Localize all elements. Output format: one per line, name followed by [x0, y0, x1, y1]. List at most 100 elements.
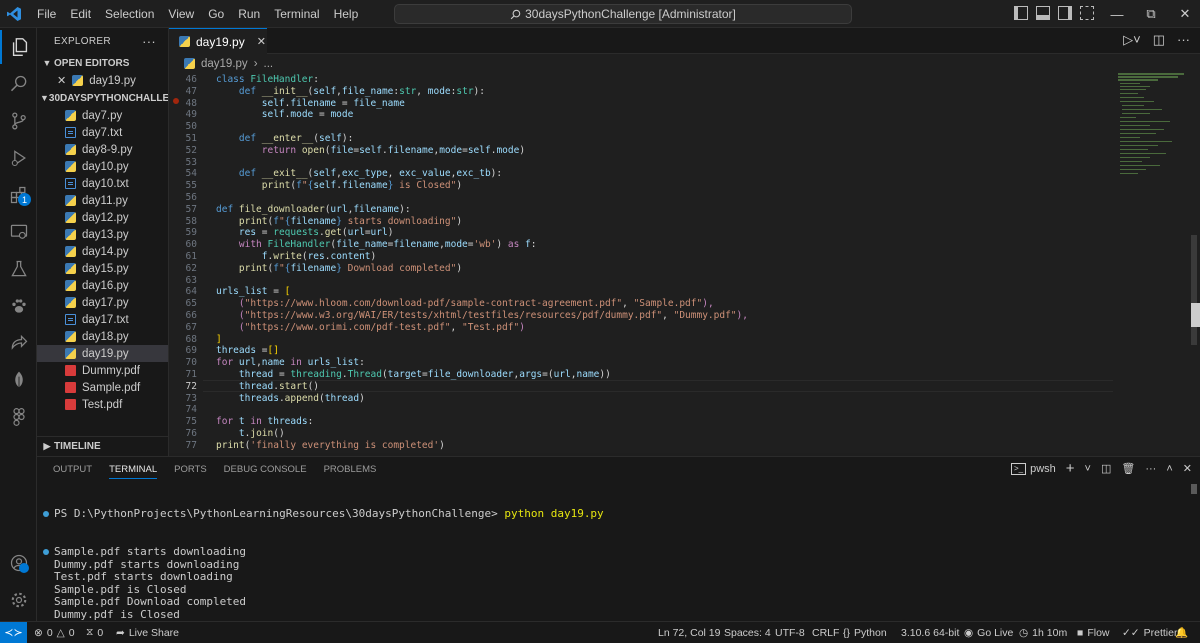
close-tab-icon[interactable]: ✕	[257, 35, 266, 48]
chevron-down-icon[interactable]: ˅	[1085, 463, 1091, 475]
indentation[interactable]: Spaces: 4	[724, 622, 771, 643]
file-item[interactable]: Test.pdf	[37, 396, 168, 413]
search-icon[interactable]	[0, 67, 37, 101]
cursor-position[interactable]: Ln 72, Col 19	[658, 622, 720, 643]
tab-output[interactable]: OUTPUT	[53, 464, 92, 475]
file-item[interactable]: day12.py	[37, 209, 168, 226]
code-editor[interactable]: 46 class FileHandler: 47 def __init__(self…	[169, 73, 1200, 453]
go-live-button[interactable]: ◉ Go Live	[964, 622, 1013, 643]
terminal-scrollbar[interactable]	[1191, 484, 1197, 494]
menu-selection[interactable]: Selection	[98, 0, 161, 28]
ports-indicator[interactable]: ⧖ 0	[86, 622, 103, 643]
toggle-panel-icon[interactable]	[1036, 6, 1050, 20]
file-item[interactable]: Dummy.pdf	[37, 362, 168, 379]
timeline-section[interactable]: ▶ TIMELINE	[37, 436, 168, 456]
menu-run[interactable]: Run	[231, 0, 267, 28]
prettier-button[interactable]: ✓✓ Prettier	[1122, 622, 1177, 643]
menu-go[interactable]: Go	[201, 0, 231, 28]
file-item[interactable]: day13.py	[37, 226, 168, 243]
file-item[interactable]: day17.txt	[37, 311, 168, 328]
file-item[interactable]: day11.py	[37, 192, 168, 209]
problems-indicator[interactable]: ⊗ 0 △ 0	[34, 622, 75, 643]
minimap[interactable]	[1116, 73, 1188, 453]
project-folder-section[interactable]: ▼ 30DAYSPYTHONCHALLENGE	[37, 89, 168, 107]
menu-view[interactable]: View	[161, 0, 201, 28]
more-actions-icon[interactable]: ···	[1177, 32, 1190, 48]
source-control-icon[interactable]	[0, 104, 37, 138]
language-mode[interactable]: {} Python	[843, 622, 887, 643]
file-item[interactable]: day7.txt	[37, 124, 168, 141]
testing-icon[interactable]	[0, 252, 37, 286]
file-item[interactable]: day15.py	[37, 260, 168, 277]
remote-indicator-icon[interactable]: ≺≻	[0, 622, 27, 643]
close-panel-icon[interactable]: ✕	[1183, 462, 1192, 475]
notifications-bell-icon[interactable]: 🔔	[1175, 622, 1188, 643]
menu-file[interactable]: File	[30, 0, 63, 28]
file-item[interactable]: day19.py	[37, 345, 168, 362]
split-editor-icon[interactable]: ◫	[1153, 32, 1165, 48]
paw-icon[interactable]	[0, 289, 37, 323]
kill-terminal-icon[interactable]: 🗑	[1121, 462, 1135, 475]
tab-ports[interactable]: PORTS	[174, 464, 207, 475]
tab-day19[interactable]: day19.py ✕	[169, 28, 267, 54]
run-debug-icon[interactable]	[0, 141, 37, 175]
shell-label: pwsh	[1030, 462, 1056, 475]
maximize-panel-icon[interactable]: ˄	[1166, 463, 1172, 475]
customize-layout-icon[interactable]	[1080, 6, 1094, 20]
editor-scrollbar-thumb[interactable]	[1191, 235, 1197, 345]
menu-terminal[interactable]: Terminal	[267, 0, 326, 28]
close-editor-icon[interactable]: ✕	[57, 74, 66, 87]
tab-debug-console[interactable]: DEBUG CONSOLE	[224, 464, 307, 475]
breadcrumb-symbol[interactable]: ...	[264, 58, 274, 70]
encoding[interactable]: UTF-8	[775, 622, 805, 643]
toggle-secondary-sidebar-icon[interactable]	[1058, 6, 1072, 20]
menu-edit[interactable]: Edit	[63, 0, 98, 28]
remote-explorer-icon[interactable]	[0, 215, 37, 249]
split-terminal-icon[interactable]: ◫	[1101, 462, 1111, 475]
tab-terminal[interactable]: TERMINAL	[109, 464, 158, 479]
extensions-icon[interactable]: 1	[0, 178, 37, 212]
run-file-icon[interactable]: ▷˅	[1123, 32, 1141, 48]
breakpoint-marker[interactable]	[173, 98, 179, 104]
restore-icon[interactable]: ⧉	[1134, 0, 1168, 28]
file-item[interactable]: day14.py	[37, 243, 168, 260]
file-item[interactable]: day17.py	[37, 294, 168, 311]
file-item[interactable]: day8-9.py	[37, 141, 168, 158]
explorer-icon[interactable]	[0, 30, 37, 64]
clock-icon: ◷	[1019, 626, 1029, 639]
more-actions-icon[interactable]: ···	[142, 34, 156, 49]
command-center[interactable]: 30daysPythonChallenge [Administrator]	[394, 4, 852, 24]
python-interpreter[interactable]: 3.10.6 64-bit	[901, 622, 959, 643]
end-of-line[interactable]: CRLF	[812, 622, 839, 643]
live-share-icon[interactable]	[0, 326, 37, 360]
terminal-shell[interactable]: >_ pwsh	[1010, 462, 1056, 475]
live-share-button[interactable]: ➦ Live Share	[116, 622, 179, 643]
code-token: self	[313, 85, 337, 97]
more-actions-icon[interactable]: ···	[1145, 463, 1156, 475]
minimize-icon[interactable]: —	[1100, 0, 1134, 28]
menu-help[interactable]: Help	[327, 0, 366, 28]
wakatime-indicator[interactable]: ◷ 1h 10m	[1019, 622, 1067, 643]
settings-gear-icon[interactable]	[0, 583, 37, 617]
file-item[interactable]: day7.py	[37, 107, 168, 124]
open-editors-section[interactable]: ▼ OPEN EDITORS	[37, 54, 168, 72]
open-editor-item[interactable]: ✕ day19.py	[37, 72, 168, 89]
close-icon[interactable]: ✕	[1168, 0, 1200, 28]
file-item[interactable]: Sample.pdf	[37, 379, 168, 396]
file-item[interactable]: day10.txt	[37, 175, 168, 192]
figma-icon[interactable]	[0, 400, 37, 434]
leaf-icon[interactable]	[0, 363, 37, 397]
breadcrumb-file[interactable]: day19.py	[201, 58, 248, 70]
toggle-sidebar-icon[interactable]	[1014, 6, 1028, 20]
flow-button[interactable]: ■ Flow	[1077, 622, 1110, 643]
terminal-output[interactable]: PS D:\PythonProjects\PythonLearningResou…	[43, 483, 1184, 643]
new-terminal-icon[interactable]: +	[1066, 460, 1075, 477]
file-item[interactable]: day16.py	[37, 277, 168, 294]
tab-problems[interactable]: PROBLEMS	[324, 464, 377, 475]
accounts-icon[interactable]	[0, 546, 37, 580]
file-item[interactable]: day10.py	[37, 158, 168, 175]
editor-scrollbar[interactable]	[1188, 73, 1200, 453]
file-item[interactable]: day18.py	[37, 328, 168, 345]
